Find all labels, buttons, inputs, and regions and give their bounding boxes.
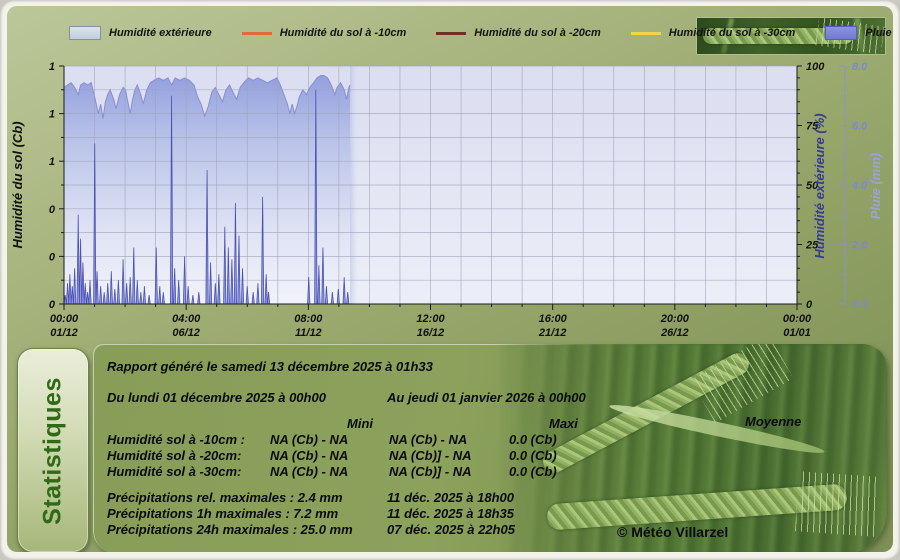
report-background: Humidité extérieure Humidité du sol à -1…: [7, 6, 893, 552]
rain-axis-title: Pluie (mm): [868, 153, 883, 219]
row-mini: NA (Cb) - NA: [270, 432, 348, 447]
x-axis-time-label: 16:00: [539, 313, 568, 325]
x-axis-time-label: 00:00: [50, 313, 79, 325]
period-from-text: Du lundi 01 décembre 2025 à 00h00: [107, 390, 326, 405]
row-maxi: 0.0 (Cb): [509, 448, 557, 463]
x-axis-date-label: 26/12: [660, 327, 689, 339]
row-label: Humidité sol à -20cm:: [107, 448, 241, 463]
x-axis-time-label: 20:00: [660, 313, 690, 325]
rain-axis-tick-label: 8.0: [852, 61, 868, 73]
left-axis-tick-label: 0: [49, 299, 56, 311]
x-axis-date-label: 06/12: [172, 327, 200, 339]
precip-label: Précipitations 24h maximales : 25.0 mm: [107, 522, 353, 537]
rain-axis-tick-label: 4.0: [851, 180, 868, 192]
statistics-panel: Rapport généré le samedi 13 décembre 202…: [93, 344, 887, 552]
x-axis-time-label: 12:00: [416, 313, 445, 325]
col-header-maxi: Maxi: [549, 416, 578, 431]
humidity-axis-title: Humidité extérieure (%): [812, 113, 827, 258]
row-mini: NA (Cb) - NA: [270, 464, 348, 479]
humidity-axis-tick-label: 0: [806, 299, 813, 311]
rain-axis-tick-label: 0.0: [852, 299, 868, 311]
rain-axis-tick-label: 6.0: [852, 121, 868, 133]
left-axis-tick-label: 1: [49, 109, 55, 121]
row-mini: NA (Cb) - NA: [270, 448, 348, 463]
period-to-text: Au jeudi 01 janvier 2026 à 00h00: [387, 390, 586, 405]
row-label: Humidité sol à -10cm :: [107, 432, 245, 447]
col-header-moyenne: Moyenne: [745, 414, 801, 429]
precip-when: 11 déc. 2025 à 18h00: [387, 490, 514, 505]
row-maxi: 0.0 (Cb): [509, 432, 557, 447]
left-axis-tick-label: 0: [49, 204, 56, 216]
barley-awns-icon: [795, 471, 879, 536]
statistiques-tab-label: Statistiques: [39, 377, 68, 525]
precip-when: 07 déc. 2025 à 22h05: [387, 522, 515, 537]
precip-when: 11 déc. 2025 à 18h35: [387, 506, 514, 521]
x-axis-date-label: 16/12: [417, 327, 445, 339]
col-header-mini: Mini: [347, 416, 373, 431]
left-axis-tick-label: 1: [49, 156, 55, 168]
copyright-text: © Météo Villarzel: [617, 524, 728, 540]
statistiques-tab[interactable]: Statistiques: [17, 348, 89, 552]
row-maxi: 0.0 (Cb): [509, 464, 557, 479]
rain-axis: [839, 66, 845, 304]
left-axis-title: Humidité du sol (Cb): [10, 121, 25, 248]
precip-label: Précipitations 1h maximales : 7.2 mm: [107, 506, 338, 521]
x-axis-time-label: 00:00: [783, 313, 812, 325]
humidity-rain-chart: 111000100755025000:0001/1204:0006/1208:0…: [7, 6, 893, 351]
row-maxi-na: NA (Cb) - NA: [389, 432, 467, 447]
x-axis-time-label: 08:00: [294, 313, 323, 325]
left-axis-tick-label: 0: [49, 251, 56, 263]
row-maxi-na: NA (Cb)] - NA: [389, 448, 472, 463]
left-axis-tick-label: 1: [49, 61, 55, 73]
row-label: Humidité sol à -30cm:: [107, 464, 241, 479]
row-maxi-na: NA (Cb)] - NA: [389, 464, 472, 479]
report-page: Humidité extérieure Humidité du sol à -1…: [0, 0, 900, 560]
report-generated-text: Rapport généré le samedi 13 décembre 202…: [107, 359, 433, 374]
x-axis-time-label: 04:00: [172, 313, 201, 325]
x-axis-date-label: 21/12: [538, 327, 567, 339]
x-axis-date-label: 01/01: [783, 327, 811, 339]
rain-axis-tick-label: 2.0: [851, 240, 868, 252]
x-axis-date-label: 11/12: [295, 327, 322, 339]
x-axis-date-label: 01/12: [50, 327, 78, 339]
precip-label: Précipitations rel. maximales : 2.4 mm: [107, 490, 343, 505]
humidity-axis-tick-label: 100: [806, 61, 825, 73]
